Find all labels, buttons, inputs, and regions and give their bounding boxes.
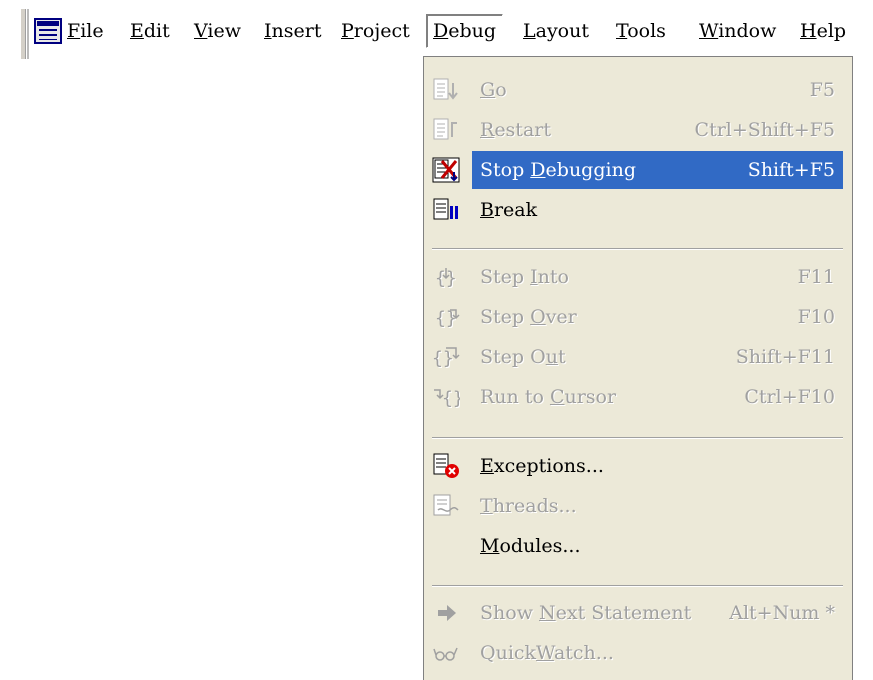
menu-item-restart[interactable]: Restart Ctrl+Shift+F5 <box>424 110 852 150</box>
menu-item-break-label: Break <box>480 199 538 221</box>
menu-item-exceptions[interactable]: Exceptions... <box>424 446 852 486</box>
go-icon <box>433 78 458 100</box>
arrow-right-icon <box>438 605 456 621</box>
menu-window-label: indow <box>718 20 777 42</box>
menu-item-show-next-statement-label: Show Next Statement <box>480 602 692 624</box>
menu-project-label: roject <box>353 20 410 42</box>
menu-help-mnemonic: H <box>800 20 817 42</box>
menu-item-stop-debugging-label: Stop Debugging <box>480 159 636 181</box>
menu-item-modules[interactable]: Modules... <box>424 526 852 566</box>
menu-item-step-into-shortcut: F11 <box>797 266 835 288</box>
menu-edit-label: dit <box>143 20 170 42</box>
menu-separator <box>432 437 843 439</box>
menu-item-quickwatch[interactable]: QuickWatch... <box>424 633 852 673</box>
menu-item-run-to-cursor[interactable]: {} Run to Cursor Ctrl+F10 <box>424 377 852 417</box>
exceptions-icon <box>433 453 459 478</box>
toolbar-grip[interactable] <box>20 9 26 59</box>
menu-item-step-out-shortcut: Shift+F11 <box>735 346 835 368</box>
menu-file-label: ile <box>80 20 104 42</box>
svg-text:{}: {} <box>442 388 460 409</box>
menu-file-mnemonic: F <box>67 20 81 42</box>
menu-view-mnemonic: V <box>194 20 208 42</box>
menu-item-run-to-cursor-label: Run to Cursor <box>480 386 617 408</box>
step-over-icon: {} <box>435 308 460 329</box>
menu-layout-mnemonic: L <box>523 20 536 42</box>
menu-view-label: iew <box>207 20 241 42</box>
menu-item-restart-shortcut: Ctrl+Shift+F5 <box>694 119 835 141</box>
menu-item-quickwatch-label: QuickWatch... <box>480 642 614 664</box>
threads-icon <box>433 494 459 516</box>
menu-layout[interactable]: Layout <box>523 16 589 46</box>
menu-item-show-next-statement[interactable]: Show Next Statement Alt+Num * <box>424 593 852 633</box>
menu-item-step-into[interactable]: {} Step Into F11 <box>424 257 852 297</box>
svg-text:{}: {} <box>432 348 454 369</box>
step-into-icon: {} <box>435 268 457 289</box>
menu-item-exceptions-label: Exceptions... <box>480 455 604 477</box>
menu-item-go[interactable]: Go F5 <box>424 70 852 110</box>
menu-debug-label: ebug <box>448 20 497 42</box>
menu-tools[interactable]: Tools <box>616 16 666 46</box>
break-icon <box>433 198 458 220</box>
menu-tools-mnemonic: T <box>616 20 628 42</box>
debug-dropdown-menu: Go F5 Restart Ctrl+Shift+F5 Stop Debuggi… <box>423 56 853 680</box>
menu-item-threads-label: Threads... <box>480 495 577 517</box>
menu-window-mnemonic: W <box>699 20 719 42</box>
menu-help-label: elp <box>816 20 847 42</box>
menu-item-restart-label: Restart <box>480 119 551 141</box>
menu-insert[interactable]: Insert <box>264 16 321 46</box>
menu-window[interactable]: Window <box>699 16 776 46</box>
menu-item-break[interactable]: Break <box>424 190 852 230</box>
menu-project[interactable]: Project <box>341 16 410 46</box>
menu-item-step-out[interactable]: {} Step Out Shift+F11 <box>424 337 852 377</box>
menu-item-stop-debugging[interactable]: Stop Debugging Shift+F5 <box>424 150 852 190</box>
menu-project-mnemonic: P <box>341 20 354 42</box>
menu-item-step-over-label: Step Over <box>480 306 577 328</box>
menu-file[interactable]: File <box>67 16 104 46</box>
menu-item-step-out-label: Step Out <box>480 346 566 368</box>
restart-icon <box>433 118 457 140</box>
glasses-icon <box>433 647 458 661</box>
menu-item-step-over-shortcut: F10 <box>797 306 835 328</box>
menu-edit[interactable]: Edit <box>130 16 170 46</box>
menu-separator <box>432 248 843 250</box>
app-window-icon[interactable] <box>34 18 62 44</box>
menu-view[interactable]: View <box>194 16 241 46</box>
menu-item-step-into-label: Step Into <box>480 266 569 288</box>
menu-debug[interactable]: Debug <box>426 14 504 48</box>
menu-tools-label: ools <box>627 20 666 42</box>
toolbar-grip-line <box>27 9 29 59</box>
menu-edit-mnemonic: E <box>130 20 144 42</box>
menu-separator <box>432 585 843 587</box>
menu-item-go-label: Go <box>480 79 507 101</box>
menu-item-step-over[interactable]: {} Step Over F10 <box>424 297 852 337</box>
menu-layout-label: ayout <box>535 20 589 42</box>
menu-debug-mnemonic: D <box>433 20 449 42</box>
menu-item-modules-label: Modules... <box>480 535 581 557</box>
menu-item-stop-debugging-shortcut: Shift+F5 <box>747 159 835 181</box>
run-to-cursor-icon: {} <box>434 388 460 409</box>
menu-item-threads[interactable]: Threads... <box>424 486 852 526</box>
menu-insert-label: nsert <box>271 20 322 42</box>
menu-help[interactable]: Help <box>800 16 846 46</box>
svg-text:{}: {} <box>435 308 457 329</box>
menu-insert-mnemonic: I <box>264 20 272 42</box>
menu-bar: File Edit View Insert Project Debug Layo… <box>0 0 873 63</box>
menu-item-show-next-statement-shortcut: Alt+Num * <box>729 602 835 624</box>
step-out-icon: {} <box>432 347 460 369</box>
menu-item-go-shortcut: F5 <box>809 79 835 101</box>
menu-item-run-to-cursor-shortcut: Ctrl+F10 <box>744 386 835 408</box>
stop-debugging-icon <box>432 157 460 183</box>
